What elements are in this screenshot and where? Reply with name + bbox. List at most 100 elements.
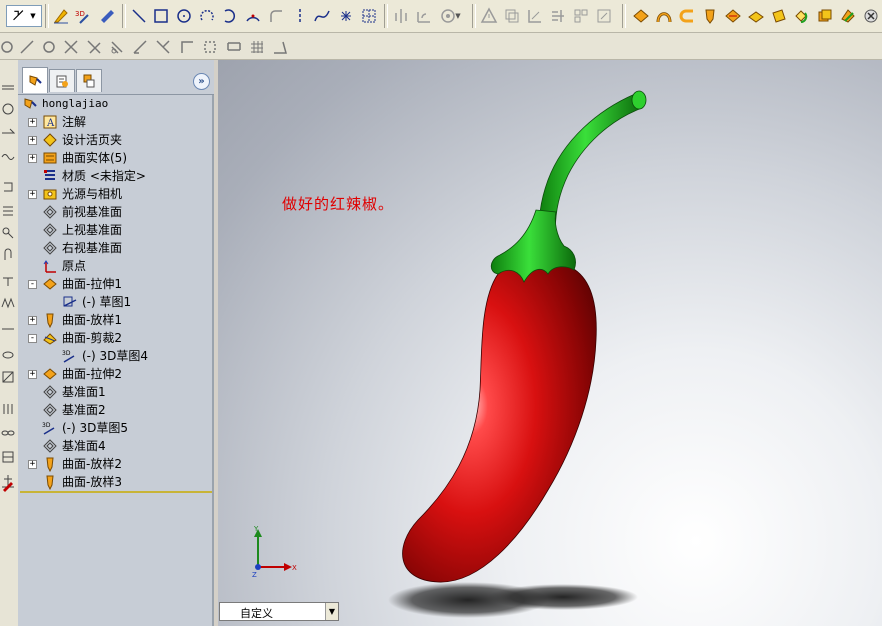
zigzag-tool-icon[interactable] [1,296,15,310]
mirror-button[interactable] [390,5,412,27]
circle-tool-icon[interactable] [1,102,15,116]
expand-icon[interactable]: + [28,460,37,469]
dimension-button[interactable] [176,36,198,58]
circle-button[interactable] [173,5,195,27]
expand-icon[interactable]: + [28,370,37,379]
arrow-tool-icon[interactable] [1,126,15,140]
feature-manager-tab[interactable] [22,67,48,93]
pepper-model[interactable] [218,60,882,626]
clip-tool-icon[interactable] [1,248,15,262]
collapse-icon[interactable]: - [28,280,37,289]
property-manager-tab[interactable] [49,69,75,92]
dropdown-button[interactable]: ▼ [452,5,464,27]
tree-item[interactable]: 材质 <未指定> [18,167,208,185]
trim-button[interactable] [478,5,500,27]
repair-button[interactable] [547,5,569,27]
move-face-button[interactable] [814,5,836,27]
extrude-button[interactable] [570,5,592,27]
sweep-button[interactable] [630,5,652,27]
revolve-button[interactable] [593,5,615,27]
spring-tool-icon[interactable] [1,402,15,416]
centerpoint-arc-button[interactable] [196,5,218,27]
expand-icon[interactable]: + [28,316,37,325]
tree-item[interactable]: - 曲面-剪裁2 [18,329,208,347]
replace-face-button[interactable] [837,5,859,27]
delete-face-button[interactable] [768,5,790,27]
tree-item[interactable]: 原点 [18,257,208,275]
expand-icon[interactable]: + [28,190,37,199]
wave-tool-icon[interactable] [1,150,15,164]
dimension-link-button[interactable] [223,36,245,58]
tree-item[interactable]: 前视基准面 [18,203,208,221]
thread-tool-icon[interactable] [1,204,15,218]
tree-item[interactable]: 曲面-放样3 [18,473,208,491]
expand-icon[interactable]: + [28,136,37,145]
tree-item[interactable]: (-) 草图1 [18,293,208,311]
tree-item[interactable]: 基准面4 [18,437,208,455]
sketch-fillet-button[interactable] [265,5,287,27]
3d-sketch-button[interactable]: 3D [72,5,94,27]
tree-item[interactable]: 右视基准面 [18,239,208,257]
collapse-panel-button[interactable]: » [193,73,210,90]
expand-icon[interactable]: + [28,154,37,163]
sketch-tool-icon[interactable] [1,80,15,94]
grid-button[interactable] [246,36,268,58]
offset-surface-button[interactable] [791,5,813,27]
tangent-button[interactable] [83,36,105,58]
boundary-button[interactable] [676,5,698,27]
stack-tool-icon[interactable] [1,450,15,464]
key-tool-icon[interactable] [1,226,15,240]
sketch-button[interactable] [50,5,72,27]
offset-button[interactable] [413,5,435,27]
tree-item[interactable]: + 曲面-拉伸2 [18,365,208,383]
three-point-arc-button[interactable] [242,5,264,27]
tee-tool-icon[interactable] [1,274,15,288]
loft-button[interactable] [653,5,675,27]
line-tool-icon[interactable] [1,322,15,336]
tree-item[interactable]: + A 注解 [18,113,208,131]
tree-item[interactable]: + 设计活页夹 [18,131,208,149]
configuration-combo[interactable]: 自定义 ▼ [219,602,339,621]
relations-button[interactable] [524,5,546,27]
rectangle-button[interactable] [150,5,172,27]
tree-item[interactable]: - 曲面-拉伸1 [18,275,208,293]
tree-item[interactable]: + 曲面-放样2 [18,455,208,473]
construction-line-button[interactable] [16,36,38,58]
fill-button[interactable] [699,5,721,27]
point-button[interactable] [335,5,357,27]
tree-item[interactable]: 基准面1 [18,383,208,401]
cross-button[interactable] [60,36,82,58]
edit-tool-icon[interactable] [1,478,15,492]
tree-item[interactable]: 3D (-) 3D草图4 [18,347,208,365]
frame-tool-icon[interactable] [1,370,15,384]
tree-item[interactable]: 3D (-) 3D草图5 [18,419,208,437]
expand-icon[interactable]: + [28,118,37,127]
spline-button[interactable] [311,5,333,27]
line-button[interactable] [128,5,150,27]
graphics-viewport[interactable]: 做好的红辣椒。 Y X Z 自定义 ▼ [218,60,882,626]
centerline-button[interactable] [289,5,311,27]
measure-button[interactable] [269,36,291,58]
configuration-manager-tab[interactable] [76,69,102,92]
linear-pattern-button[interactable] [501,5,523,27]
thicken-button[interactable] [745,5,767,27]
tangent-arc-button[interactable] [219,5,241,27]
collapse-icon[interactable]: - [28,334,37,343]
tree-item[interactable]: + 曲面-放样1 [18,311,208,329]
construction-circle-button[interactable] [38,36,60,58]
link-tool-icon[interactable] [1,426,15,440]
angle-button[interactable] [152,36,174,58]
tree-item[interactable]: 上视基准面 [18,221,208,239]
perpendicular-button[interactable] [129,36,151,58]
construction-grid-button[interactable] [358,5,380,27]
cancel-button[interactable] [860,5,882,27]
tree-item[interactable]: + 曲面实体(5) [18,149,208,167]
tree-root[interactable]: honglajiao [20,95,210,113]
tree-item[interactable]: 基准面2 [18,401,208,419]
point-snap-button[interactable] [199,36,221,58]
tree-item[interactable]: + 光源与相机 [18,185,208,203]
dropdown-arrow-icon[interactable]: ▼ [325,603,338,620]
zoom-select[interactable]: ▼ [6,5,42,27]
eye-tool-icon[interactable] [1,348,15,362]
parallel-button[interactable] [106,36,128,58]
